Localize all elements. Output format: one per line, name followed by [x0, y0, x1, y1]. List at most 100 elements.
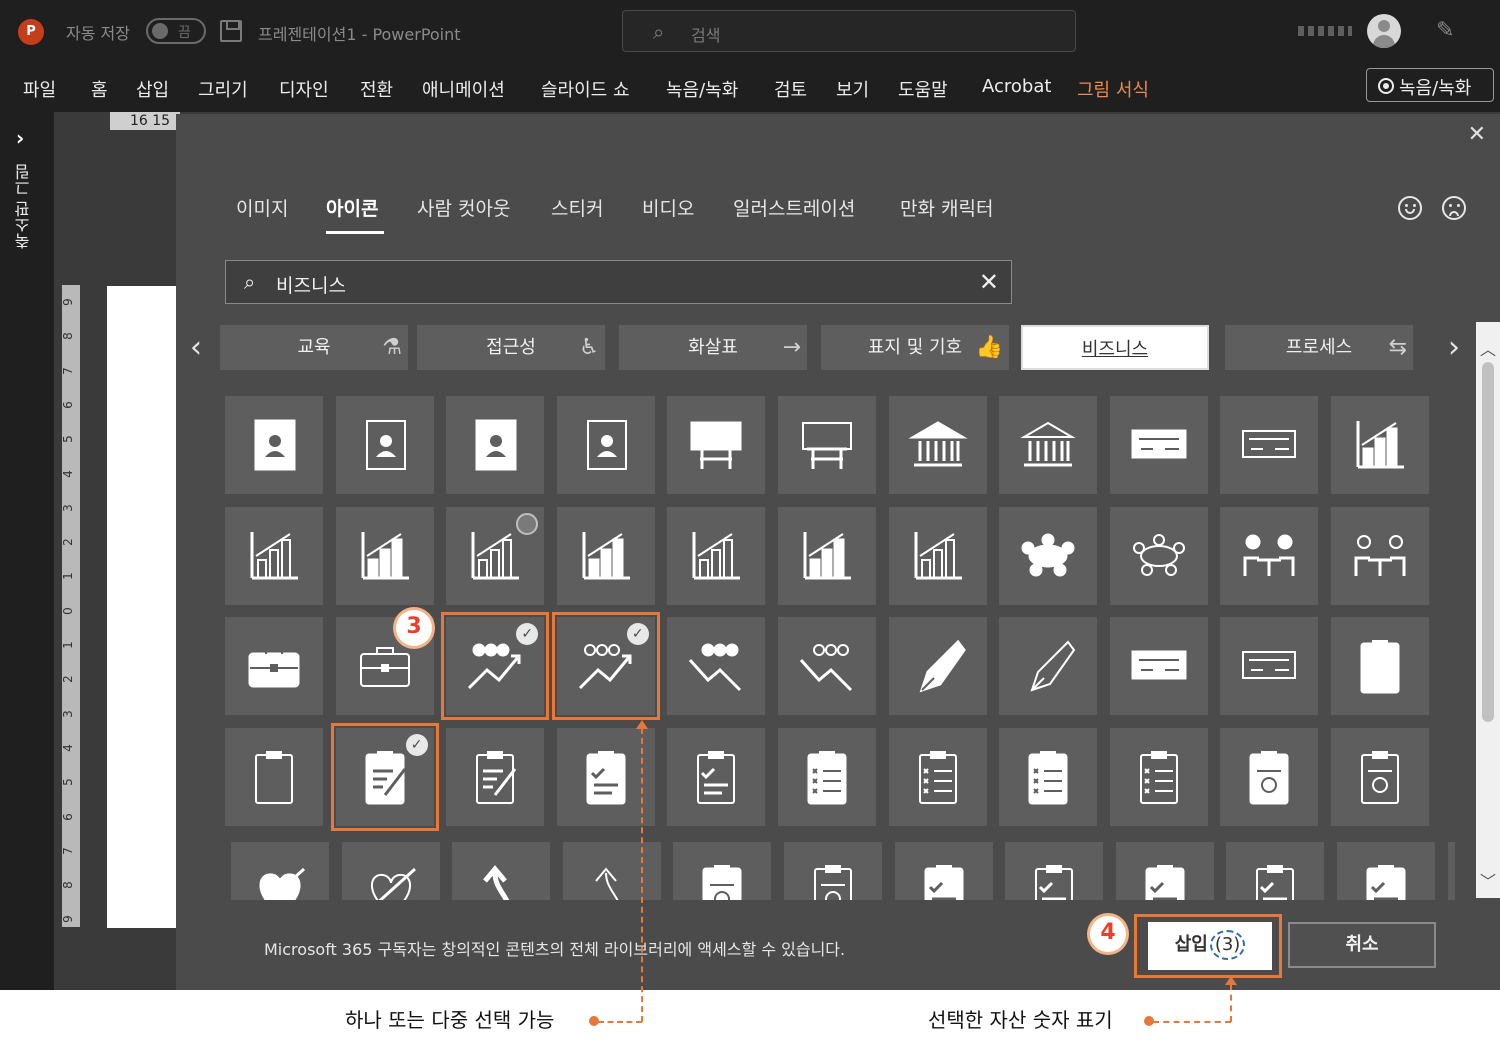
icon-tile[interactable]	[225, 506, 323, 605]
slide-canvas[interactable]	[107, 286, 179, 928]
tab-view[interactable]: 보기	[836, 76, 869, 102]
grid-scrollbar[interactable]: ︿ ﹀	[1476, 322, 1500, 898]
designer-pen-icon[interactable]: ✎	[1436, 18, 1454, 43]
tab-illustrations[interactable]: 일러스트레이션	[733, 194, 855, 221]
clear-search-icon[interactable]: ✕	[979, 268, 999, 296]
icon-tile[interactable]	[562, 842, 661, 900]
tab-record[interactable]: 녹음/녹화	[666, 76, 738, 102]
icon-tile[interactable]	[667, 396, 766, 494]
icon-tile[interactable]	[335, 506, 434, 605]
icon-tile[interactable]: ✓	[330, 722, 439, 831]
expand-chevron-icon[interactable]: ›	[16, 126, 24, 150]
icon-tile[interactable]	[784, 842, 882, 900]
tab-slideshow[interactable]: 슬라이드 쇼	[541, 76, 630, 102]
icon-tile[interactable]	[667, 617, 766, 715]
icon-tile[interactable]	[888, 617, 987, 715]
tab-draw[interactable]: 그리기	[198, 76, 248, 102]
icon-tile[interactable]	[225, 617, 323, 715]
selected-check-icon[interactable]: ✓	[626, 623, 649, 645]
tab-icons[interactable]: 아이콘	[326, 194, 378, 221]
icon-tile[interactable]	[452, 842, 551, 900]
icon-tile[interactable]	[778, 396, 876, 494]
icon-tile[interactable]	[1220, 617, 1319, 715]
tab-images[interactable]: 이미지	[236, 194, 288, 221]
icon-tile[interactable]	[888, 506, 987, 605]
smile-feedback-icon[interactable]	[1398, 196, 1422, 220]
icon-tile[interactable]	[1447, 842, 1455, 900]
tab-file[interactable]: 파일	[23, 76, 56, 102]
scroll-thumb[interactable]	[1482, 362, 1494, 722]
icon-tile[interactable]	[1115, 842, 1214, 900]
icon-tile[interactable]	[894, 842, 993, 900]
avatar[interactable]	[1367, 14, 1401, 48]
icon-tile[interactable]	[888, 396, 987, 494]
record-button[interactable]: 녹음/녹화	[1366, 68, 1494, 102]
tab-stickers[interactable]: 스티커	[551, 194, 603, 221]
icon-tile[interactable]	[999, 506, 1098, 605]
chip-prev-icon[interactable]: ‹	[190, 328, 202, 368]
category-chip[interactable]: 비즈니스	[1021, 325, 1209, 370]
icon-tile[interactable]	[1331, 727, 1429, 826]
tab-cutout-people[interactable]: 사람 컷아웃	[417, 194, 510, 221]
icon-tile[interactable]	[1220, 727, 1319, 826]
icon-tile[interactable]	[778, 506, 876, 605]
category-chip[interactable]: 교육 ⚗	[220, 325, 408, 370]
icon-tile[interactable]	[1109, 396, 1208, 494]
scroll-up-icon[interactable]: ︿	[1480, 336, 1496, 360]
icon-tile[interactable]	[1109, 617, 1208, 715]
category-chip[interactable]: 접근성 ♿	[417, 325, 605, 370]
icon-tile[interactable]	[1220, 506, 1319, 605]
autosave-toggle[interactable]: 끔	[146, 18, 206, 44]
icon-tile[interactable]	[778, 617, 876, 715]
tab-home[interactable]: 홈	[91, 76, 108, 102]
tab-videos[interactable]: 비디오	[642, 194, 694, 221]
icon-tile[interactable]	[1226, 842, 1325, 900]
icon-tile[interactable]	[888, 727, 987, 826]
icon-tile[interactable]	[341, 842, 440, 900]
close-icon[interactable]: ✕	[1468, 122, 1486, 147]
tab-design[interactable]: 디자인	[279, 76, 329, 102]
insert-button[interactable]: 삽입 (3)	[1148, 922, 1272, 970]
icon-tile[interactable]	[446, 396, 545, 494]
icon-tile[interactable]	[667, 506, 766, 605]
tab-review[interactable]: 검토	[774, 76, 807, 102]
icon-tile[interactable]	[335, 396, 434, 494]
icon-tile[interactable]	[1337, 842, 1435, 900]
icon-search-input[interactable]: ⌕ 비즈니스 ✕	[225, 260, 1012, 304]
scroll-down-icon[interactable]: ﹀	[1480, 868, 1496, 892]
tab-acrobat[interactable]: Acrobat	[982, 76, 1051, 97]
global-search-box[interactable]: ⌕ 검색	[622, 10, 1076, 52]
icon-tile[interactable]	[1331, 506, 1429, 605]
category-chip[interactable]: 프로세스 ⇆	[1225, 325, 1413, 370]
category-chip[interactable]: 화살표 →	[619, 325, 807, 370]
icon-tile[interactable]	[446, 506, 545, 605]
icon-tile[interactable]	[1331, 617, 1429, 715]
icon-tile[interactable]: ✓	[441, 612, 550, 720]
icon-tile[interactable]	[778, 727, 876, 826]
icon-tile[interactable]	[999, 617, 1098, 715]
icon-tile[interactable]	[673, 842, 772, 900]
tab-insert[interactable]: 삽입	[136, 76, 169, 102]
icon-tile[interactable]	[446, 727, 545, 826]
icon-tile[interactable]	[1005, 842, 1104, 900]
icon-tile[interactable]	[999, 396, 1098, 494]
hover-select-circle-icon[interactable]	[516, 512, 539, 535]
tab-cartoon-people[interactable]: 만화 캐릭터	[900, 194, 993, 221]
icon-tile[interactable]	[1109, 506, 1208, 605]
icon-tile[interactable]	[556, 506, 655, 605]
icon-tile[interactable]	[225, 396, 323, 494]
frown-feedback-icon[interactable]	[1442, 196, 1466, 220]
tab-help[interactable]: 도움말	[898, 76, 948, 102]
icon-tile[interactable]	[667, 727, 766, 826]
icon-tile[interactable]	[999, 727, 1098, 826]
selected-check-icon[interactable]: ✓	[516, 623, 539, 645]
icon-tile[interactable]	[1331, 396, 1429, 494]
icon-tile[interactable]	[231, 842, 329, 900]
icon-tile[interactable]	[1109, 727, 1208, 826]
selected-check-icon[interactable]: ✓	[405, 733, 428, 756]
icon-tile[interactable]	[1220, 396, 1319, 494]
icon-tile[interactable]	[225, 727, 323, 826]
chip-next-icon[interactable]: ›	[1448, 328, 1460, 368]
category-chip[interactable]: 표지 및 기호 👍	[821, 325, 1009, 370]
icon-tile[interactable]: ✓	[551, 612, 660, 720]
